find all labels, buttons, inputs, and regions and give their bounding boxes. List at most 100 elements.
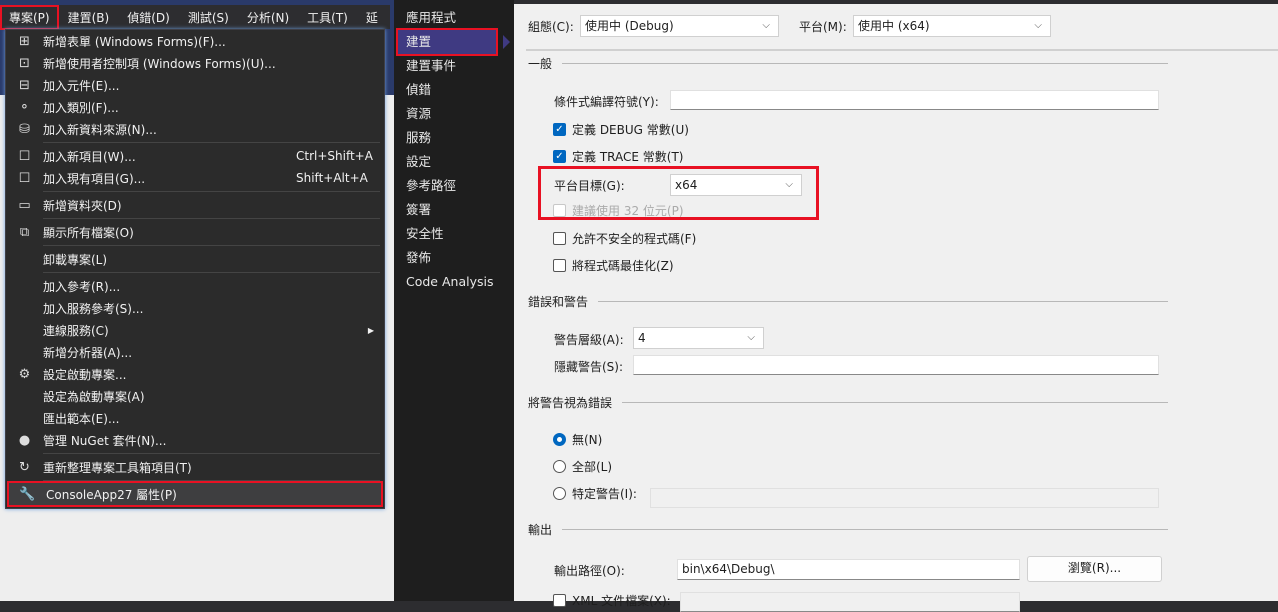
optimize-label: 將程式碼最佳化(Z) (572, 259, 674, 273)
submenu-arrow-icon: ▶ (367, 325, 374, 335)
warning-level-label: 警告層級(A): (554, 333, 624, 347)
add-new-item-icon: ☐ (18, 148, 31, 164)
menu-item-label: 新增資料夾(D) (43, 198, 122, 213)
menu-item[interactable]: ⊞ 新增表單 (Windows Forms)(F)... (6, 30, 384, 52)
allow-unsafe-checkbox[interactable]: 允許不安全的程式碼(F) (553, 230, 696, 247)
menu-item[interactable]: 匯出範本(E)... (6, 407, 384, 429)
menu-item-shortcut: Shift+Alt+A (296, 171, 368, 185)
output-path-input[interactable]: bin\x64\Debug\ (677, 559, 1020, 580)
platform-label: 平台(M): (799, 20, 847, 34)
radio-icon (553, 487, 566, 500)
build-properties-page: 組態(C): 使用中 (Debug) ⌵ 平台(M): 使用中 (x64) ⌵ 一般… (514, 0, 1278, 612)
sidebar-item[interactable]: 資源 (394, 102, 514, 126)
menu-item-label: 新增使用者控制項 (Windows Forms)(U)... (43, 56, 276, 71)
menu-item[interactable]: 卸載專案(L) (6, 248, 384, 270)
menu-item[interactable]: ⛁ 加入新資料來源(N)... (6, 118, 384, 140)
menu-item[interactable]: ▭ 新增資料夾(D) (6, 194, 384, 216)
define-trace-checkbox[interactable]: ✓ 定義 TRACE 常數(T) (553, 148, 683, 165)
radio-all-label: 全部(L) (572, 460, 613, 474)
browse-button[interactable]: 瀏覽(R)... (1027, 556, 1162, 582)
section-treat-warnings: 將警告視為錯誤 (528, 394, 1168, 411)
new-form-icon: ⊞ (19, 33, 30, 49)
menu-item[interactable]: 設定為啟動專案(A) (6, 385, 384, 407)
radio-none-label: 無(N) (572, 433, 603, 447)
show-all-files-icon: ⧉ (19, 224, 30, 240)
menubar-item[interactable]: 測試(S) (179, 9, 238, 26)
sidebar-item[interactable]: 參考路徑 (394, 174, 514, 198)
gear-icon: ⚙ (18, 366, 31, 382)
refresh-icon: ↻ (19, 459, 30, 475)
menu-item-label: 加入新項目(W)... (43, 149, 136, 164)
menubar-item[interactable]: 偵錯(D) (118, 9, 179, 26)
menu-item[interactable]: ⚙ 設定啟動專案... (6, 363, 384, 385)
config-dropdown[interactable]: 使用中 (Debug) ⌵ (580, 15, 779, 37)
platform-dropdown[interactable]: 使用中 (x64) ⌵ (853, 15, 1051, 37)
sidebar-item[interactable]: 建置事件 (394, 54, 514, 78)
menubar-item[interactable]: 專案(P) (0, 4, 59, 30)
sidebar-item[interactable]: 簽署 (394, 198, 514, 222)
sidebar-item[interactable]: 偵錯 (394, 78, 514, 102)
add-component-icon: ⊟ (19, 77, 30, 93)
define-trace-label: 定義 TRACE 常數(T) (572, 150, 684, 164)
sidebar-item[interactable]: 應用程式 (394, 6, 514, 30)
menu-item[interactable]: ● 管理 NuGet 套件(N)... (6, 429, 384, 451)
chevron-down-icon: ⌵ (1034, 20, 1042, 31)
output-path-label: 輸出路徑(O): (554, 564, 625, 578)
define-debug-label: 定義 DEBUG 常數(U) (572, 123, 689, 137)
sidebar-item[interactable]: 發佈 (394, 246, 514, 270)
menubar-item[interactable]: 分析(N) (238, 9, 298, 26)
menu-item-label: 匯出範本(E)... (43, 411, 120, 426)
section-title: 一般 (528, 57, 553, 71)
menu-item[interactable]: 新增分析器(A)... (6, 341, 384, 363)
warning-level-dropdown[interactable]: 4 ⌵ (633, 327, 764, 349)
radio-specific-label: 特定警告(I): (572, 487, 637, 501)
section-output: 輸出 (528, 521, 1168, 538)
radio-none[interactable]: 無(N) (553, 431, 602, 448)
add-data-source-icon: ⛁ (19, 121, 30, 137)
menu-item-label: 加入新資料來源(N)... (43, 122, 157, 137)
menu-item-label: 加入類別(F)... (43, 100, 119, 115)
specific-warnings-input (650, 488, 1159, 508)
menu-item[interactable]: ⚬ 加入類別(F)... (6, 96, 384, 118)
menu-item[interactable]: ↻ 重新整理專案工具箱項目(T) (6, 456, 384, 478)
menu-item[interactable]: 🔧 ConsoleApp27 屬性(P) (7, 481, 383, 507)
suppress-warnings-input[interactable] (633, 355, 1159, 375)
menu-item[interactable]: 加入服務參考(S)... (6, 297, 384, 319)
menubar-item[interactable]: 建置(B) (59, 9, 119, 26)
chevron-down-icon: ⌵ (747, 332, 755, 343)
section-title: 錯誤和警告 (528, 295, 589, 309)
optimize-checkbox[interactable]: 將程式碼最佳化(Z) (553, 257, 674, 274)
radio-all[interactable]: 全部(L) (553, 458, 612, 475)
menu-item[interactable]: ☐ 加入現有項目(G)... Shift+Alt+A (6, 167, 384, 189)
menu-bar: 專案(P) 建置(B) 偵錯(D) 測試(S) 分析(N) 工具(T) 延 (0, 4, 390, 30)
highlight-box (538, 166, 819, 220)
menu-item[interactable]: 加入參考(R)... (6, 275, 384, 297)
allow-unsafe-label: 允許不安全的程式碼(F) (572, 232, 697, 246)
radio-specific[interactable]: 特定警告(I): (553, 485, 637, 502)
sidebar-item[interactable]: 建置 (396, 28, 510, 56)
define-debug-checkbox[interactable]: ✓ 定義 DEBUG 常數(U) (553, 121, 689, 138)
sidebar-item[interactable]: 設定 (394, 150, 514, 174)
cond-symbols-input[interactable] (670, 90, 1159, 110)
checkbox-checked-icon: ✓ (553, 123, 566, 136)
sidebar-item[interactable]: 安全性 (394, 222, 514, 246)
menubar-item[interactable]: 延 (357, 9, 387, 26)
config-value: 使用中 (Debug) (585, 19, 674, 33)
menu-item[interactable]: 連線服務(C) ▶ (6, 319, 384, 341)
config-label: 組態(C): (528, 20, 574, 34)
chevron-down-icon: ⌵ (762, 20, 770, 31)
menu-item-label: 連線服務(C) (43, 323, 109, 338)
menu-item[interactable]: ⧉ 顯示所有檔案(O) (6, 221, 384, 243)
menubar-item[interactable]: 工具(T) (298, 9, 357, 26)
new-user-control-icon: ⊡ (19, 55, 30, 71)
menu-item[interactable]: ⊟ 加入元件(E)... (6, 74, 384, 96)
radio-icon (553, 460, 566, 473)
sidebar-item[interactable]: Code Analysis (394, 270, 514, 294)
menu-item-label: 顯示所有檔案(O) (43, 225, 134, 240)
menu-item-label: 加入參考(R)... (43, 279, 121, 294)
sidebar-item[interactable]: 服務 (394, 126, 514, 150)
menu-item[interactable]: ☐ 加入新項目(W)... Ctrl+Shift+A (6, 145, 384, 167)
checkbox-icon (553, 232, 566, 245)
menu-item[interactable]: ⊡ 新增使用者控制項 (Windows Forms)(U)... (6, 52, 384, 74)
menu-item-label: 設定為啟動專案(A) (43, 389, 145, 404)
